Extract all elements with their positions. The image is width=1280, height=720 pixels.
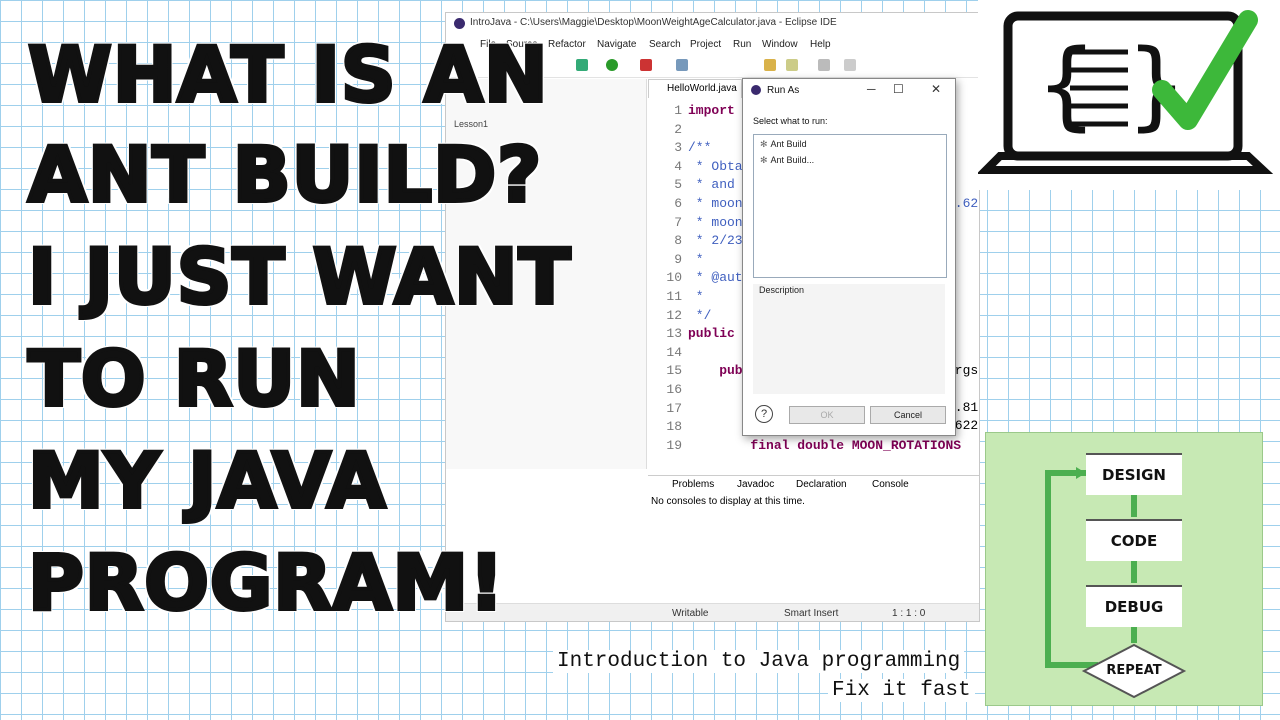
description-label: Description [759,285,805,295]
headline-line-4: TO RUN [26,332,362,425]
tab-helloworld[interactable]: HelloWorld.java [648,79,742,98]
line-number: 11 [666,289,682,304]
line-number: 9 [674,251,682,267]
menu-search[interactable]: Search [649,39,681,50]
line-number: 8 [674,233,682,249]
new-class-icon[interactable] [676,59,688,71]
line-number: 2 [674,121,682,137]
window-title: IntroJava - C:\Users\Maggie\Desktop\Moon… [470,17,837,28]
line-number: 13 [666,326,682,342]
code-line: import [688,103,735,118]
code-line: * [688,251,704,267]
status-bar: Writable Smart Insert 1 : 1 : 0 [446,603,979,621]
line-number: 10 [666,270,682,286]
step-debug: DEBUG [1086,585,1182,627]
caption-line-1: Introduction to Java programming [553,650,965,673]
close-icon[interactable]: ✕ [931,82,941,96]
run-target-list[interactable]: ✻ Ant Build ✻ Ant Build... [753,134,947,278]
line-number: 17 [666,400,682,416]
menu-navigate[interactable]: Navigate [597,39,636,50]
toggle-mark-icon[interactable] [818,59,830,71]
maximize-icon[interactable]: ☐ [893,82,904,96]
search-icon[interactable] [786,59,798,71]
run-as-dialog: Run As ─ ☐ ✕ Select what to run: ✻ Ant Bu… [742,78,956,436]
headline-line-5: MY JAVA [26,434,388,527]
console-panel: Problems Javadoc Declaration Console No … [648,475,979,606]
caption-line-2: Fix it fast [828,679,975,702]
status-insert: Smart Insert [784,608,839,619]
line-number: 12 [666,307,682,323]
step-design: DESIGN [1086,453,1182,495]
laptop-icon: { } [976,10,1274,174]
step-repeat: REPEAT [1106,663,1162,678]
list-item-ant-build-config[interactable]: ✻ Ant Build... [760,155,814,166]
dialog-title: Run As [767,85,800,96]
console-message: No consoles to display at this time. [651,496,805,507]
code-line: * and [688,177,735,193]
code-line: * 2/23 [688,233,743,249]
line-number: 18 [666,419,682,435]
tab-problems[interactable]: Problems [672,479,714,490]
code-line: * @aut [688,270,743,286]
tab-javadoc[interactable]: Javadoc [737,479,774,490]
line-number: 14 [666,344,682,360]
line-number: 1 [674,103,682,118]
line-number: 15 [666,363,682,379]
external-tools-icon[interactable] [640,59,652,71]
code-line: * moon [688,196,743,211]
dialog-prompt: Select what to run: [753,116,828,126]
menu-project[interactable]: Project [690,39,721,50]
headline-line-2: ANT BUILD? [26,128,543,221]
code-line: * moon [688,214,743,230]
minimize-icon[interactable]: ─ [867,82,876,96]
ok-button[interactable]: OK [789,406,865,424]
line-number: 3 [674,140,682,156]
code-line: */ [688,307,712,323]
line-number: 16 [666,382,682,397]
headline-line-3: I JUST WANT [26,230,572,323]
description-panel: Description [753,284,945,394]
code-line: * Obta [688,158,743,174]
eclipse-icon [751,85,761,95]
ant-icon: ✻ [760,155,768,165]
line-number: 6 [674,196,682,211]
show-whitespace-icon[interactable] [844,59,856,71]
menu-window[interactable]: Window [762,39,798,50]
ant-icon: ✻ [760,139,768,149]
debug-icon[interactable] [576,59,588,71]
list-item-label: Ant Build [770,139,807,149]
status-writable: Writable [672,608,709,619]
eclipse-icon [454,18,465,29]
cancel-button[interactable]: Cancel [870,406,946,424]
line-number: 7 [674,214,682,230]
menu-help[interactable]: Help [810,39,831,50]
help-icon[interactable]: ? [755,405,773,423]
status-position: 1 : 1 : 0 [892,608,926,619]
list-item-label: Ant Build... [770,155,815,165]
line-number: 5 [674,177,682,193]
tab-console[interactable]: Console [872,479,909,490]
menu-refactor[interactable]: Refactor [548,39,586,50]
line-number: 4 [674,158,682,174]
laptop-logo: { } [976,0,1280,190]
menu-run[interactable]: Run [733,39,751,50]
step-code: CODE [1086,519,1182,561]
headline-line-6: PROGRAM! [26,536,506,629]
headline-line-1: WHAT IS AN [26,28,550,121]
tab-declaration[interactable]: Declaration [796,479,847,490]
code-line: final double MOON_ROTATIONS [688,437,962,453]
run-icon[interactable] [606,59,618,71]
code-line: public [688,326,735,342]
line-number: 19 [666,437,682,453]
code-line: /** [688,140,712,156]
tab-label: HelloWorld.java [667,83,737,94]
open-type-icon[interactable] [764,59,776,71]
list-item-ant-build[interactable]: ✻ Ant Build [760,139,807,150]
code-line: * [688,289,704,304]
explorer-node[interactable]: Lesson1 [454,119,488,129]
flowchart: DESIGN CODE DEBUG REPEAT [985,432,1263,706]
